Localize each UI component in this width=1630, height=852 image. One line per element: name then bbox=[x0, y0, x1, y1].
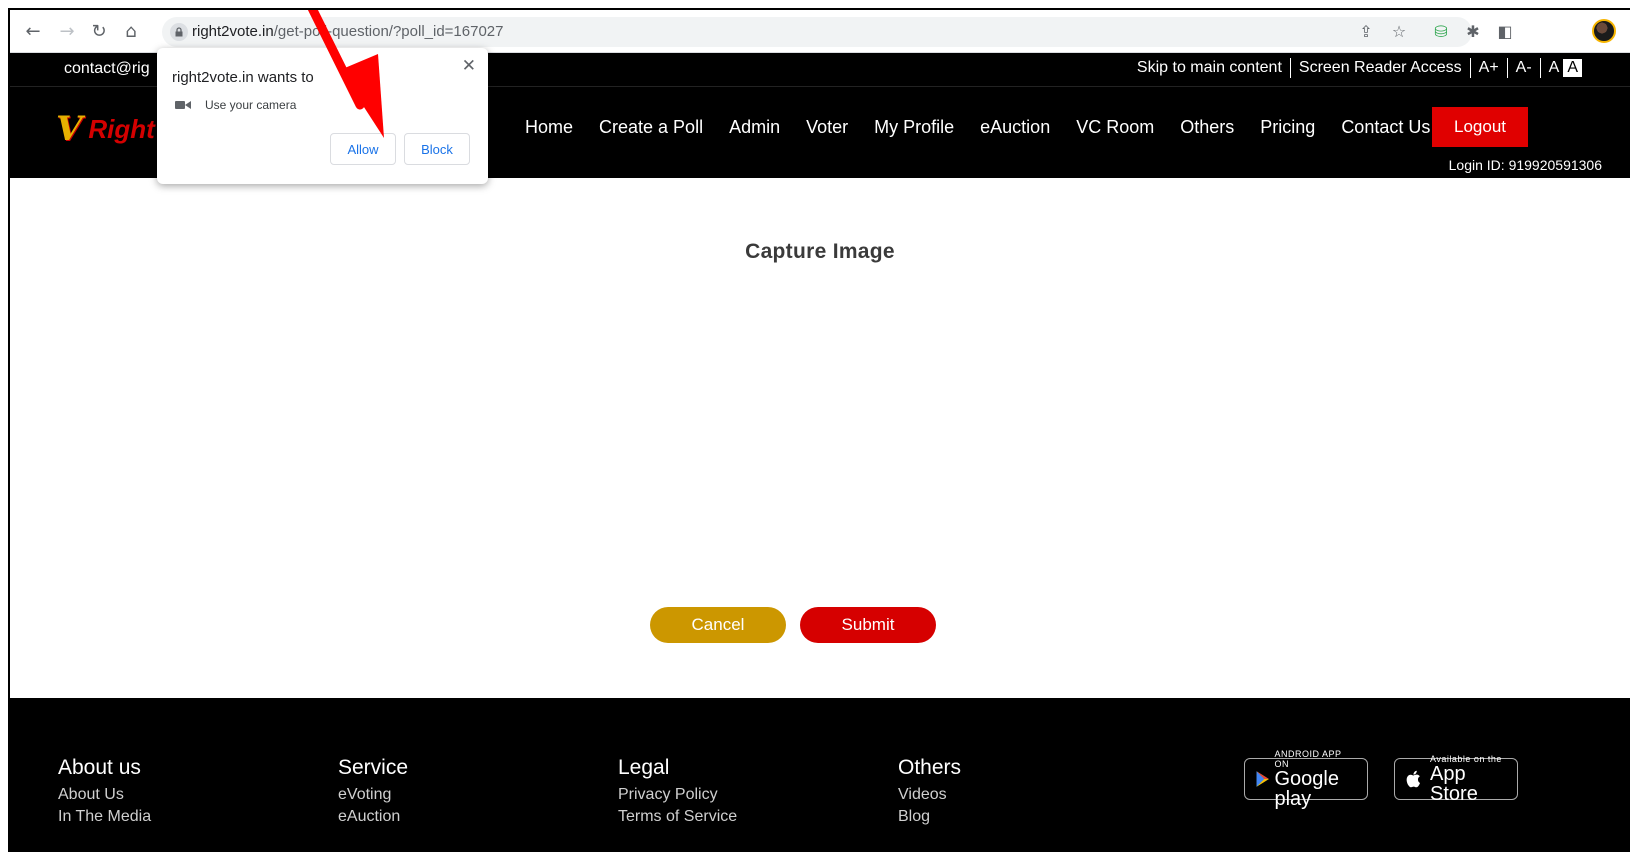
high-contrast-button[interactable]: A bbox=[1563, 59, 1582, 77]
font-increase-button[interactable]: A+ bbox=[1479, 59, 1499, 77]
footer-link-blog[interactable]: Blog bbox=[898, 808, 961, 826]
footer-service-column: Service eVoting eAuction bbox=[338, 756, 408, 830]
footer-heading: Service bbox=[338, 756, 409, 779]
app-store-badge[interactable]: Available on the App Store bbox=[1394, 754, 1518, 804]
bookmark-star-icon[interactable]: ☆ bbox=[1388, 20, 1410, 42]
nav-others[interactable]: Others bbox=[1180, 117, 1234, 138]
side-panel-icon[interactable]: ◧ bbox=[1494, 20, 1516, 42]
logo-mark: V bbox=[56, 109, 83, 149]
permission-row: Use your camera bbox=[175, 98, 296, 112]
nav-admin[interactable]: Admin bbox=[729, 117, 780, 138]
site-logo[interactable]: V Right bbox=[56, 109, 155, 149]
footer-link-eauction[interactable]: eAuction bbox=[338, 808, 408, 826]
camera-icon bbox=[175, 101, 191, 109]
allow-button[interactable]: Allow bbox=[330, 133, 396, 165]
footer-link-privacy-policy[interactable]: Privacy Policy bbox=[618, 786, 737, 804]
url-text: right2vote.in/get-poll-question/?poll_id… bbox=[192, 23, 504, 40]
footer-link-evoting[interactable]: eVoting bbox=[338, 786, 408, 804]
google-play-icon bbox=[1256, 771, 1269, 787]
footer-link-videos[interactable]: Videos bbox=[898, 786, 961, 804]
font-decrease-button[interactable]: A- bbox=[1516, 59, 1532, 77]
footer-heading: Legal bbox=[618, 756, 670, 779]
nav-create-poll[interactable]: Create a Poll bbox=[599, 117, 703, 138]
google-play-small-text: ANDROID APP ON bbox=[1274, 749, 1342, 769]
footer-others-column: Others Videos Blog bbox=[898, 756, 961, 830]
lock-icon[interactable] bbox=[170, 23, 188, 41]
cancel-button[interactable]: Cancel bbox=[650, 607, 786, 643]
logout-button[interactable]: Logout bbox=[1432, 107, 1528, 147]
footer-link-about-us[interactable]: About Us bbox=[58, 786, 151, 804]
app-store-big-text: App Store bbox=[1430, 763, 1478, 805]
footer-link-terms-of-service[interactable]: Terms of Service bbox=[618, 808, 737, 826]
divider bbox=[1469, 58, 1471, 78]
extension-icon[interactable]: ⛁ bbox=[1430, 20, 1452, 42]
block-button[interactable]: Block bbox=[404, 133, 470, 165]
share-icon[interactable]: ⇪ bbox=[1355, 20, 1377, 42]
divider bbox=[1539, 58, 1541, 78]
main-nav: Home Create a Poll Admin Voter My Profil… bbox=[525, 117, 1456, 138]
nav-pricing[interactable]: Pricing bbox=[1260, 117, 1315, 138]
screen-reader-link[interactable]: Screen Reader Access bbox=[1299, 59, 1462, 77]
nav-contact-us[interactable]: Contact Us bbox=[1341, 117, 1430, 138]
reload-icon[interactable]: ↻ bbox=[86, 18, 112, 44]
login-id: Login ID: 919920591306 bbox=[1448, 157, 1602, 173]
browser-window: ← → ↻ ⌂ right2vote.in/get-poll-question/… bbox=[8, 8, 1630, 852]
close-icon[interactable]: ✕ bbox=[462, 56, 476, 76]
contact-email[interactable]: contact@rig bbox=[64, 60, 150, 78]
site-footer: About us About Us In The Media Service e… bbox=[10, 698, 1630, 852]
nav-my-profile[interactable]: My Profile bbox=[874, 117, 954, 138]
permission-label: Use your camera bbox=[205, 98, 297, 112]
footer-heading: About us bbox=[58, 756, 141, 779]
divider bbox=[1289, 58, 1291, 78]
nav-voter[interactable]: Voter bbox=[806, 117, 848, 138]
forward-icon[interactable]: → bbox=[54, 18, 80, 44]
font-normal-button[interactable]: A bbox=[1549, 59, 1560, 77]
accessibility-bar: Skip to main content Screen Reader Acces… bbox=[1137, 58, 1582, 78]
nav-eauction[interactable]: eAuction bbox=[980, 117, 1050, 138]
home-icon[interactable]: ⌂ bbox=[118, 18, 144, 44]
footer-link-in-the-media[interactable]: In The Media bbox=[58, 808, 151, 826]
footer-legal-column: Legal Privacy Policy Terms of Service bbox=[618, 756, 737, 830]
profile-avatar[interactable] bbox=[1592, 19, 1616, 43]
google-play-big-text: Google play bbox=[1274, 768, 1339, 810]
apple-icon bbox=[1406, 770, 1420, 788]
nav-vc-room[interactable]: VC Room bbox=[1076, 117, 1154, 138]
back-icon[interactable]: ← bbox=[20, 18, 46, 44]
skip-to-main-link[interactable]: Skip to main content bbox=[1137, 59, 1282, 77]
page-title: Capture Image bbox=[745, 240, 895, 263]
divider bbox=[1506, 58, 1508, 78]
nav-home[interactable]: Home bbox=[525, 117, 573, 138]
logo-text: Right bbox=[88, 113, 155, 144]
address-bar[interactable]: right2vote.in/get-poll-question/?poll_id… bbox=[162, 17, 1472, 47]
puzzle-extensions-icon[interactable]: ✱ bbox=[1462, 20, 1484, 42]
permission-title: right2vote.in wants to bbox=[172, 69, 314, 86]
browser-toolbar: ← → ↻ ⌂ right2vote.in/get-poll-question/… bbox=[10, 10, 1630, 53]
google-play-badge[interactable]: ANDROID APP ON Google play bbox=[1244, 749, 1368, 809]
footer-heading: Others bbox=[898, 756, 962, 779]
footer-about-column: About us About Us In The Media bbox=[58, 756, 151, 830]
camera-permission-dialog: right2vote.in wants to ✕ Use your camera… bbox=[157, 48, 488, 184]
submit-button[interactable]: Submit bbox=[800, 607, 936, 643]
